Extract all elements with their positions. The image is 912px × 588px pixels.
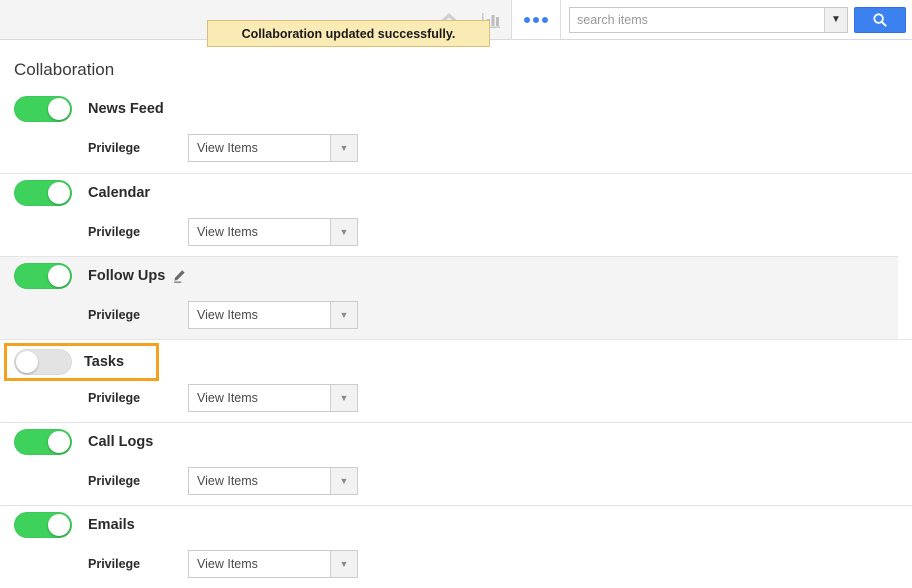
chevron-down-icon[interactable]: ▼ bbox=[330, 551, 357, 577]
privilege-setting: Privilege View Items ▼ bbox=[0, 216, 912, 248]
module-row: News Feed Privilege View Items ▼ bbox=[0, 90, 912, 173]
module-row: TasksTasksPrivilegeView Items▼ bbox=[0, 339, 912, 422]
search-area: ▼ bbox=[561, 0, 912, 39]
module-row-header: News Feed bbox=[0, 90, 912, 128]
search-field-wrapper: ▼ bbox=[569, 6, 848, 33]
status-toast-message: Collaboration updated successfully. bbox=[207, 20, 490, 47]
module-name-label: Tasks bbox=[84, 354, 125, 370]
privilege-select-value: View Items bbox=[197, 474, 258, 488]
privilege-select[interactable]: View Items ▼ bbox=[188, 550, 358, 578]
focused-toggle-highlight: Tasks bbox=[4, 343, 159, 381]
module-name-label: News Feed bbox=[88, 101, 164, 117]
search-magnifier-icon bbox=[873, 12, 887, 27]
privilege-select-value: View Items bbox=[197, 391, 258, 405]
module-row-header: Emails bbox=[0, 506, 912, 544]
module-enable-toggle[interactable] bbox=[14, 180, 72, 206]
toggle-knob bbox=[48, 514, 70, 536]
privilege-label: Privilege bbox=[88, 308, 141, 322]
three-dots-icon bbox=[524, 16, 548, 23]
module-row: Call Logs Privilege View Items ▼ bbox=[0, 422, 912, 505]
privilege-select-value: View Items bbox=[197, 141, 258, 155]
search-scope-dropdown-button[interactable]: ▼ bbox=[824, 7, 847, 32]
focused-row-header: Tasks bbox=[7, 346, 156, 378]
page-title: Collaboration bbox=[14, 60, 115, 79]
edit-pencil-icon[interactable] bbox=[172, 269, 186, 283]
module-name-label: Calendar bbox=[88, 185, 151, 201]
toggle-knob bbox=[48, 182, 70, 204]
chevron-down-icon[interactable]: ▼ bbox=[330, 385, 357, 411]
chevron-down-icon[interactable]: ▼ bbox=[330, 468, 357, 494]
privilege-select-value: View Items bbox=[197, 225, 258, 239]
privilege-label: Privilege bbox=[88, 225, 141, 239]
privilege-setting: Privilege View Items ▼ bbox=[0, 299, 898, 331]
module-name-label: Emails bbox=[88, 517, 135, 533]
more-menu-button[interactable] bbox=[512, 0, 561, 39]
module-row: Emails Privilege View Items ▼ bbox=[0, 505, 912, 588]
search-submit-button[interactable] bbox=[854, 6, 906, 33]
privilege-label: Privilege bbox=[88, 474, 141, 488]
module-list: News Feed Privilege View Items ▼ Calendar Pri… bbox=[0, 90, 912, 588]
privilege-setting: Privilege View Items ▼ bbox=[0, 132, 912, 164]
privilege-select[interactable]: View Items ▼ bbox=[188, 301, 358, 329]
module-enable-toggle[interactable] bbox=[14, 349, 72, 375]
module-row-header: Calendar bbox=[0, 174, 912, 212]
module-row-header: Call Logs bbox=[0, 423, 912, 461]
privilege-select-value: View Items bbox=[197, 557, 258, 571]
module-enable-toggle[interactable] bbox=[14, 429, 72, 455]
privilege-setting: Privilege View Items ▼ bbox=[0, 548, 912, 580]
privilege-select-value: View Items bbox=[197, 308, 258, 322]
search-input[interactable] bbox=[570, 7, 824, 32]
topbar-right-group: ▼ bbox=[425, 0, 912, 39]
chevron-down-icon[interactable]: ▼ bbox=[330, 135, 357, 161]
privilege-setting: Privilege View Items ▼ bbox=[0, 382, 912, 414]
module-row-header: Follow Ups bbox=[0, 257, 898, 295]
privilege-label: Privilege bbox=[88, 391, 141, 405]
privilege-label: Privilege bbox=[88, 557, 141, 571]
module-row: Calendar Privilege View Items ▼ bbox=[0, 173, 912, 256]
privilege-setting: Privilege View Items ▼ bbox=[0, 465, 912, 497]
module-name-label: Call Logs bbox=[88, 434, 154, 450]
module-enable-toggle[interactable] bbox=[14, 263, 72, 289]
privilege-select[interactable]: View Items ▼ bbox=[188, 384, 358, 412]
privilege-select[interactable]: View Items ▼ bbox=[188, 134, 358, 162]
module-row: Follow Ups Privilege View Items ▼ bbox=[0, 256, 898, 339]
toggle-knob bbox=[48, 265, 70, 287]
chevron-down-icon[interactable]: ▼ bbox=[330, 302, 357, 328]
toggle-knob bbox=[48, 98, 70, 120]
toggle-knob bbox=[48, 431, 70, 453]
privilege-select[interactable]: View Items ▼ bbox=[188, 218, 358, 246]
privilege-select[interactable]: View Items ▼ bbox=[188, 467, 358, 495]
toggle-knob bbox=[16, 351, 38, 373]
module-name-label: Follow Ups bbox=[88, 268, 166, 284]
privilege-label: Privilege bbox=[88, 141, 141, 155]
module-enable-toggle[interactable] bbox=[14, 96, 72, 122]
module-enable-toggle[interactable] bbox=[14, 512, 72, 538]
chevron-down-icon[interactable]: ▼ bbox=[330, 219, 357, 245]
